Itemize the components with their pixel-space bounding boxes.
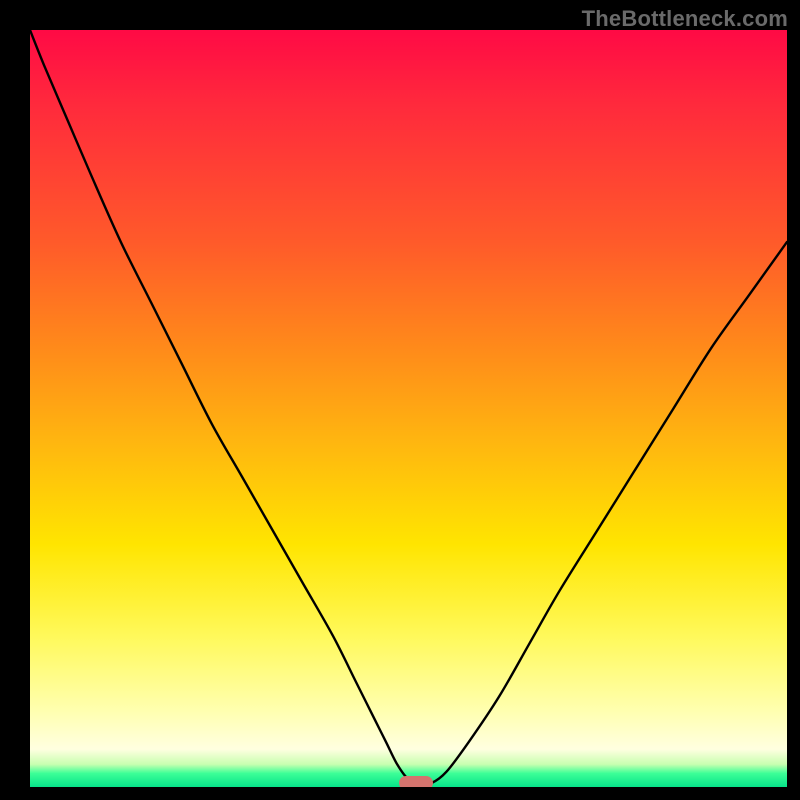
attribution-label: TheBottleneck.com <box>582 6 788 32</box>
optimum-marker <box>399 776 433 787</box>
chart-frame: TheBottleneck.com <box>0 0 800 800</box>
bottleneck-curve <box>30 30 787 787</box>
plot-area <box>30 30 787 787</box>
